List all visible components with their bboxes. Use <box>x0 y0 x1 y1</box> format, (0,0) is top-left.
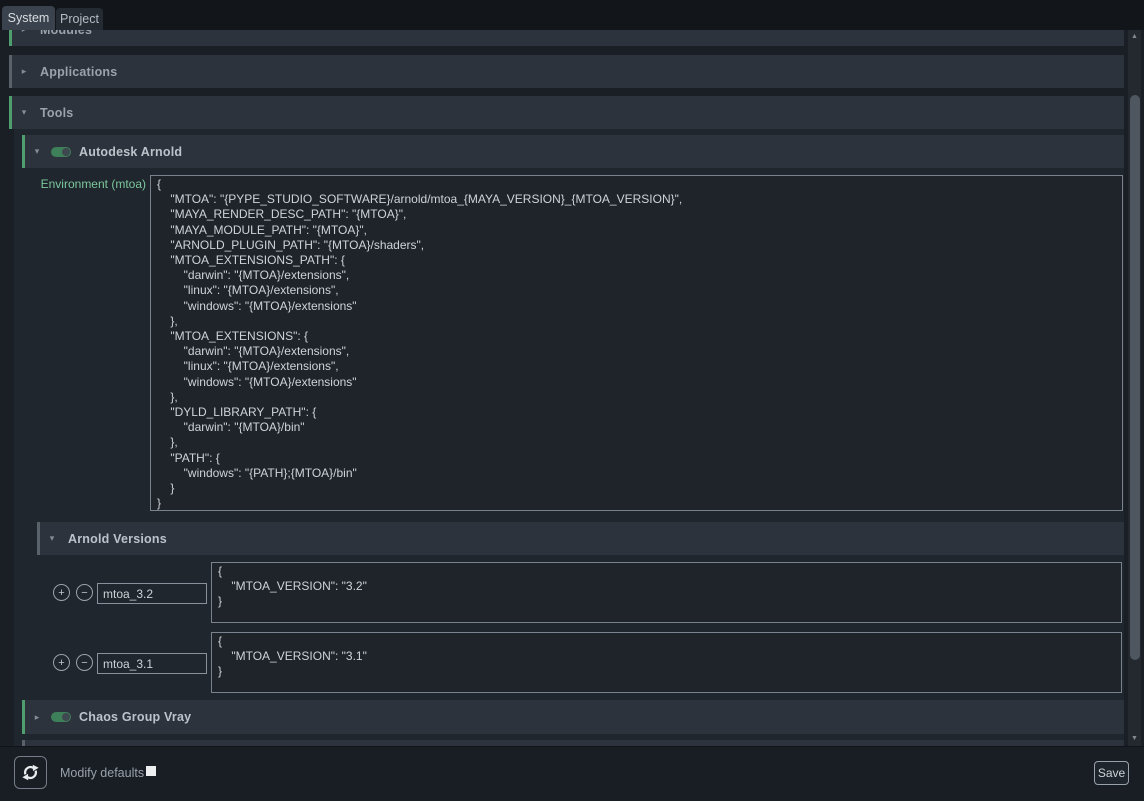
section-label-arnold-versions: Arnold Versions <box>68 532 167 546</box>
environment-mtoa-editor[interactable]: { "MTOA": "{PYPE_STUDIO_SOFTWARE}/arnold… <box>150 175 1123 511</box>
chevron-right-icon: ▸ <box>29 712 45 723</box>
settings-scroll-area: ▸ Modules ▸ Applications ▾ Tools ▾ Autod… <box>0 30 1144 746</box>
scrollbar-thumb[interactable] <box>1130 95 1140 660</box>
modify-defaults-checkbox[interactable] <box>146 766 156 776</box>
section-header-modules[interactable]: ▸ Modules <box>9 30 1124 46</box>
scroll-up-icon[interactable]: ▲ <box>1128 30 1141 44</box>
remove-version-button[interactable]: − <box>76 584 93 601</box>
chevron-down-icon: ▾ <box>44 533 60 544</box>
section-label-modules: Modules <box>40 30 92 37</box>
chevron-right-icon: ▸ <box>16 66 32 77</box>
section-label-applications: Applications <box>40 65 117 79</box>
tab-bar: System Project <box>0 0 1144 30</box>
refresh-icon <box>21 763 40 782</box>
remove-version-button[interactable]: − <box>76 654 93 671</box>
section-label-tools: Tools <box>40 106 73 120</box>
vray-enabled-toggle[interactable] <box>51 712 71 722</box>
vertical-scrollbar[interactable]: ▲ ▼ <box>1128 30 1141 746</box>
section-header-autodesk-arnold[interactable]: ▾ Autodesk Arnold <box>22 135 1124 168</box>
modify-defaults-label: Modify defaults <box>60 766 144 780</box>
refresh-button[interactable] <box>14 756 47 789</box>
toggle-knob-icon <box>62 713 70 721</box>
footer-bar: Modify defaults Save <box>0 746 1144 801</box>
add-version-button[interactable]: + <box>53 654 70 671</box>
toggle-knob-icon <box>62 148 70 156</box>
tab-system[interactable]: System <box>2 6 55 30</box>
section-label-autodesk-arnold: Autodesk Arnold <box>79 145 182 159</box>
save-button[interactable]: Save <box>1094 761 1129 785</box>
section-label-chaos-group-vray: Chaos Group Vray <box>79 710 191 724</box>
section-header-chaos-group-vray[interactable]: ▸ Chaos Group Vray <box>22 700 1124 734</box>
section-header-applications[interactable]: ▸ Applications <box>9 55 1124 88</box>
section-header-tools[interactable]: ▾ Tools <box>9 96 1124 129</box>
chevron-down-icon: ▾ <box>16 107 32 118</box>
settings-window: System Project ▸ Modules ▸ Applications … <box>0 0 1144 801</box>
environment-mtoa-label: Environment (mtoa) <box>22 177 146 191</box>
section-header-arnold-versions[interactable]: ▾ Arnold Versions <box>37 522 1124 555</box>
add-version-button[interactable]: + <box>53 584 70 601</box>
chevron-right-icon: ▸ <box>16 30 32 35</box>
arnold-enabled-toggle[interactable] <box>51 147 71 157</box>
chevron-down-icon: ▾ <box>29 146 45 157</box>
scroll-down-icon[interactable]: ▼ <box>1128 732 1141 746</box>
version-key-input[interactable] <box>97 653 207 674</box>
version-key-input[interactable] <box>97 583 207 604</box>
version-value-editor[interactable]: { "MTOA_VERSION": "3.1" } <box>211 632 1122 693</box>
version-value-editor[interactable]: { "MTOA_VERSION": "3.2" } <box>211 562 1122 623</box>
tab-project[interactable]: Project <box>56 8 103 30</box>
